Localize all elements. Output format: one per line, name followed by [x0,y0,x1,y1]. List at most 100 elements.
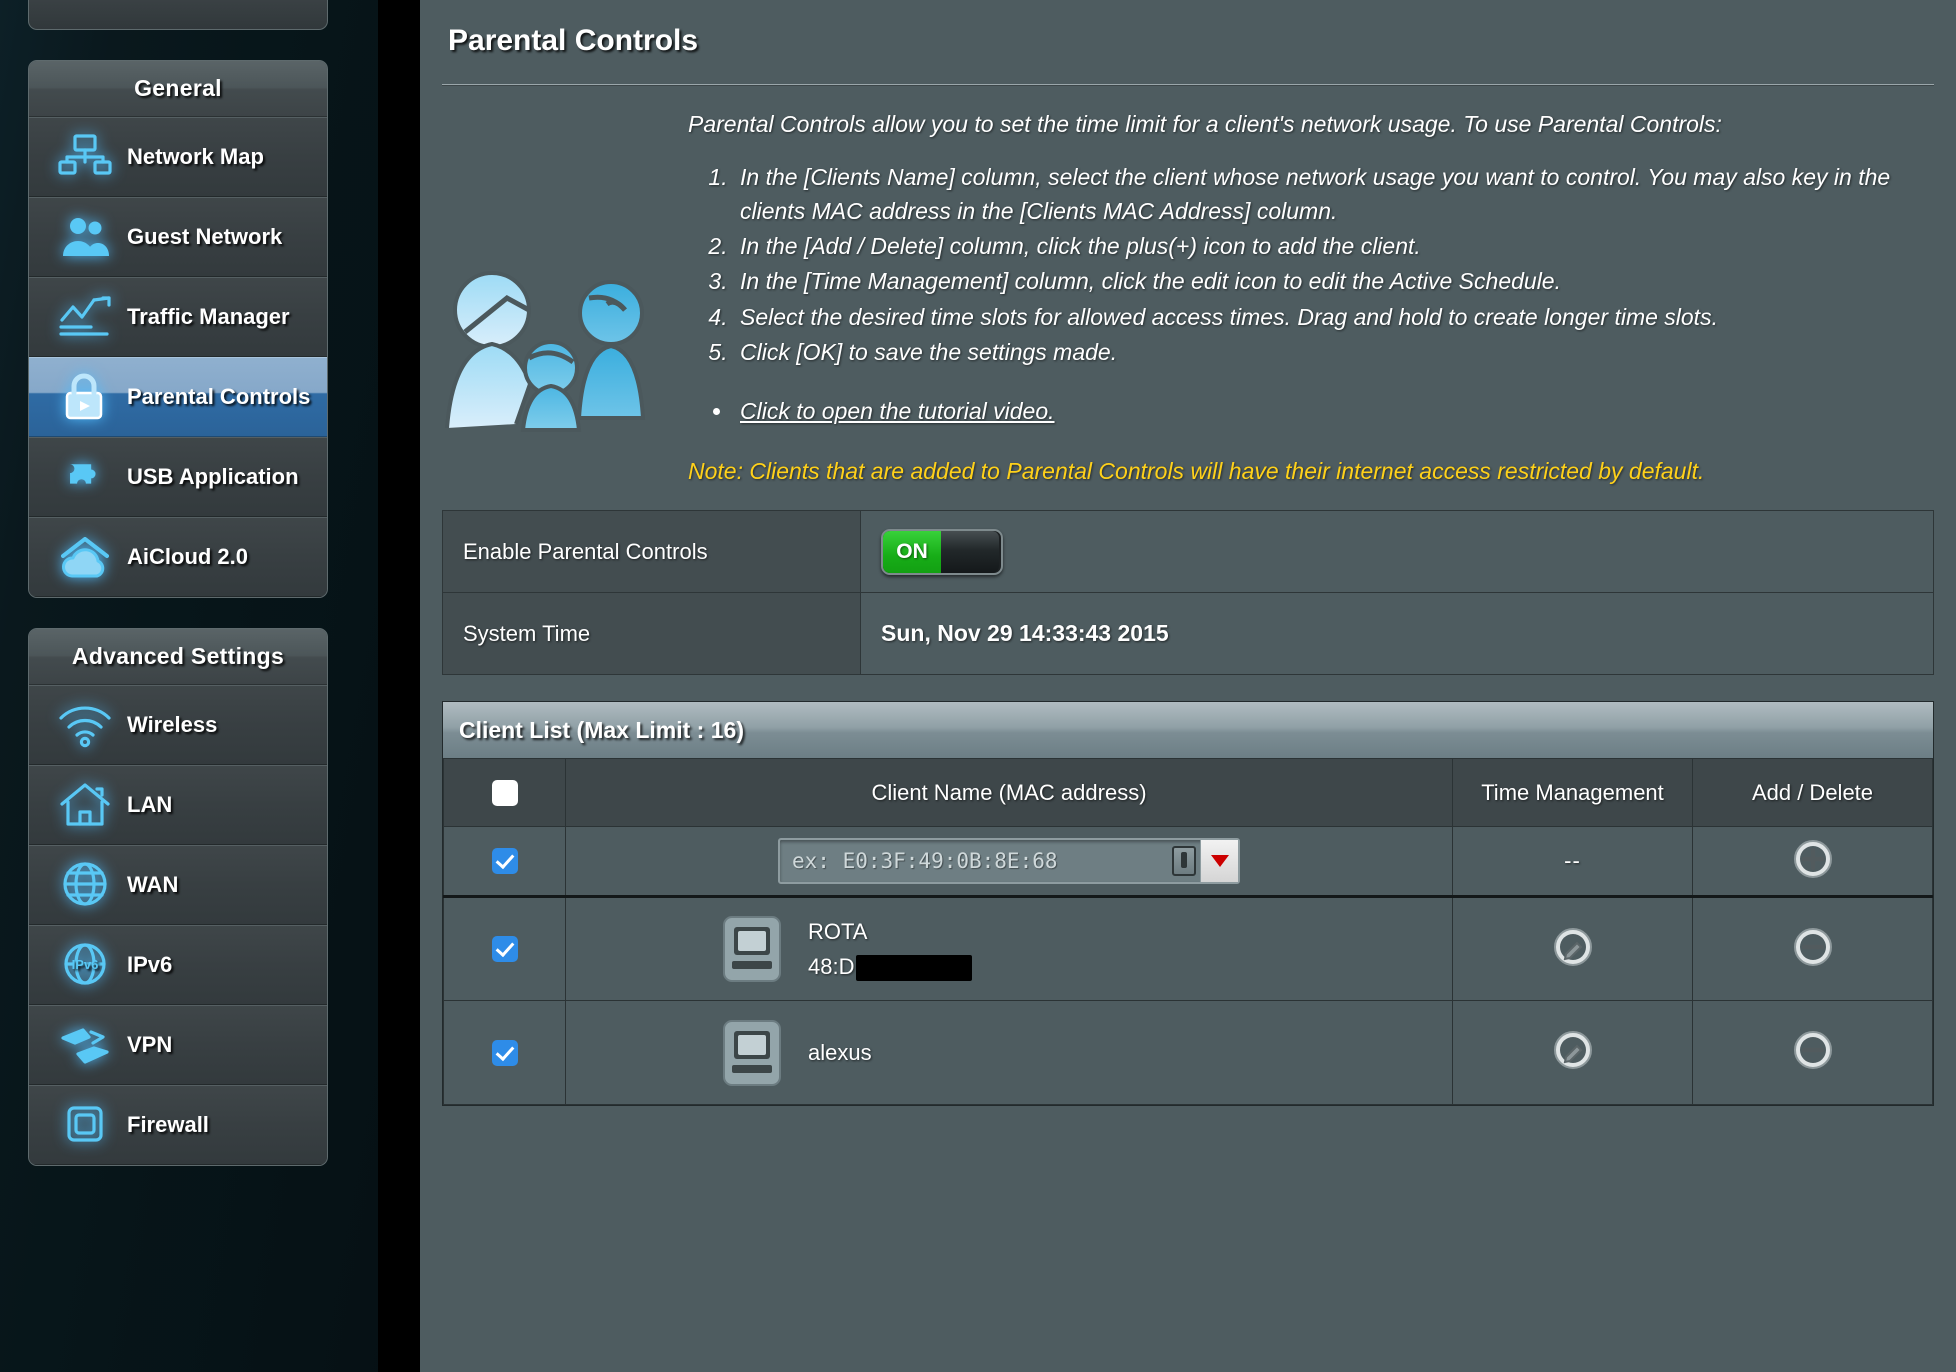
sidebar-item-label: Parental Controls [127,384,311,409]
sidebar-item-label: LAN [127,792,173,817]
row-select-cell [443,1000,566,1106]
enable-parental-controls-toggle[interactable]: ON [881,528,1003,575]
mac-redaction-bar [856,955,973,982]
enable-parental-controls-label: Enable Parental Controls [442,510,861,593]
aicloud-house-cloud-icon [53,530,117,584]
input-row-select-cell [443,826,566,899]
steps-list: In the [Clients Name] column, select the… [734,161,1896,369]
client-name-header: Client Name (MAC address) [565,758,1453,828]
client-list-panel: Client List (Max Limit : 16) Client Name… [442,701,1934,1107]
main-content: Parental Controls Parental Controls allo… [420,0,1956,1372]
instructions: Parental Controls allow you to set the t… [688,108,1956,488]
guest-network-icon [53,210,117,264]
enable-parental-controls-row: Enable Parental Controls ON [442,510,1934,593]
sidebar-item-label: AiCloud 2.0 [127,544,249,569]
parental-controls-lock-icon [53,370,117,424]
select-all-checkbox[interactable] [491,780,518,807]
step-item: In the [Clients Name] column, select the… [734,161,1896,228]
sidebar-group-general: General Network Map Guest Network Traffic M… [28,60,328,598]
minus-circle-icon[interactable] [1791,925,1835,974]
sidebar-item-lan[interactable]: LAN [29,765,327,845]
sidebar-item-wireless[interactable]: Wireless [29,685,327,765]
svg-text:IPv6: IPv6 [72,957,99,972]
mac-input-cell [565,826,1453,899]
edit-pencil-circle-icon[interactable] [1551,1028,1595,1077]
select-all-header [443,758,566,828]
time-management-placeholder: -- [1564,848,1581,874]
router-admin-screen: General Network Map Guest Network Traffic M… [0,0,1956,1372]
plus-circle-icon[interactable] [1791,837,1835,886]
sidebar-item-ipv6[interactable]: IPv6 IPv6 [29,925,327,1005]
intro-lead: Parental Controls allow you to set the t… [688,111,1722,137]
system-time-row: System Time Sun, Nov 29 14:33:43 2015 [442,592,1934,675]
table-row: ROTA 48:D [443,896,1933,1002]
add-delete-header: Add / Delete [1692,758,1933,828]
sidebar-item-label: VPN [127,1032,173,1057]
sidebar-item-label: IPv6 [127,952,173,977]
mac-address-field[interactable] [778,838,1240,885]
mac-address-input[interactable] [780,840,1172,883]
note-text: Note: Clients that are added to Parental… [688,457,1705,484]
client-dropdown-button[interactable] [1200,840,1238,883]
client-mac-address: 48:D [808,949,973,984]
toggle-knob [941,530,999,573]
sidebar-group-advanced-settings: Advanced Settings Wireless LAN WAN IPv6 IPv6 V… [28,628,328,1166]
edit-pencil-circle-icon[interactable] [1551,925,1595,974]
settings-table: Enable Parental Controls ON System Time … [442,510,1934,676]
sidebar-navigation: General Network Map Guest Network Traffic M… [0,0,420,1372]
step-item: In the [Add / Delete] column, click the … [734,230,1896,263]
client-name: alexus [808,1040,872,1065]
row-select-checkbox[interactable] [491,936,518,963]
sidebar-item-firewall[interactable]: Firewall [29,1085,327,1165]
sidebar-group-title: Advanced Settings [29,629,327,685]
client-name-cell: alexus [565,1000,1453,1106]
time-management-cell [1452,896,1693,1002]
sidebar-item-label: WAN [127,872,179,897]
client-table-header-row: Client Name (MAC address) Time Managemen… [443,758,1933,828]
sidebar-item-label: Network Map [127,144,264,169]
minus-circle-icon[interactable] [1791,1028,1835,1077]
sidebar-item-aicloud-2-0[interactable]: AiCloud 2.0 [29,517,327,597]
input-row-add-cell [1692,826,1933,899]
sidebar-item-usb-application[interactable]: USB Application [29,437,327,517]
chevron-down-icon [1210,855,1229,868]
sidebar-partial-item-above[interactable] [28,0,328,30]
desktop-computer-icon [714,913,790,985]
sidebar-item-traffic-manager[interactable]: Traffic Manager [29,277,327,357]
toggle-on-label: ON [883,530,941,573]
sidebar-item-wan[interactable]: WAN [29,845,327,925]
step-item: Select the desired time slots for allowe… [734,301,1896,334]
sidebar-item-guest-network[interactable]: Guest Network [29,197,327,277]
client-mac-prefix: 48:D [808,954,855,980]
sidebar-item-vpn[interactable]: VPN [29,1005,327,1085]
lan-house-icon [53,778,117,832]
sidebar-group-title: General [29,61,327,117]
sidebar-item-label: USB Application [127,464,299,489]
intro-section: Parental Controls allow you to set the t… [420,86,1956,488]
wireless-wifi-icon [53,698,117,752]
step-item: Click [OK] to save the settings made. [734,336,1896,369]
tutorial-list-item: Click to open the tutorial video. [734,395,1896,428]
network-map-icon [53,130,117,184]
row-select-checkbox[interactable] [491,1039,518,1066]
traffic-manager-icon [53,290,117,344]
wan-globe-icon [53,858,117,912]
sidebar-item-parental-controls[interactable]: Parental Controls [29,357,327,437]
system-time-label: System Time [442,592,861,675]
page-title: Parental Controls [448,24,699,57]
system-time-value: Sun, Nov 29 14:33:43 2015 [860,592,1934,675]
sidebar-item-label: Firewall [127,1112,209,1137]
time-management-cell [1452,1000,1693,1106]
tutorial-video-link[interactable]: Click to open the tutorial video. [740,398,1055,424]
client-input-row: -- [443,826,1933,899]
client-list-title: Client List (Max Limit : 16) [443,702,1933,759]
firewall-shield-icon [53,1098,117,1152]
client-picker-icon[interactable] [1172,846,1196,877]
ipv6-globe-icon: IPv6 [53,938,117,992]
input-row-time-management: -- [1452,826,1693,899]
desktop-computer-icon [714,1017,790,1089]
sidebar-item-label: Wireless [127,712,218,737]
sidebar-item-network-map[interactable]: Network Map [29,117,327,197]
row-select-checkbox[interactable] [491,848,518,875]
tutorial-list: Click to open the tutorial video. [734,395,1896,428]
